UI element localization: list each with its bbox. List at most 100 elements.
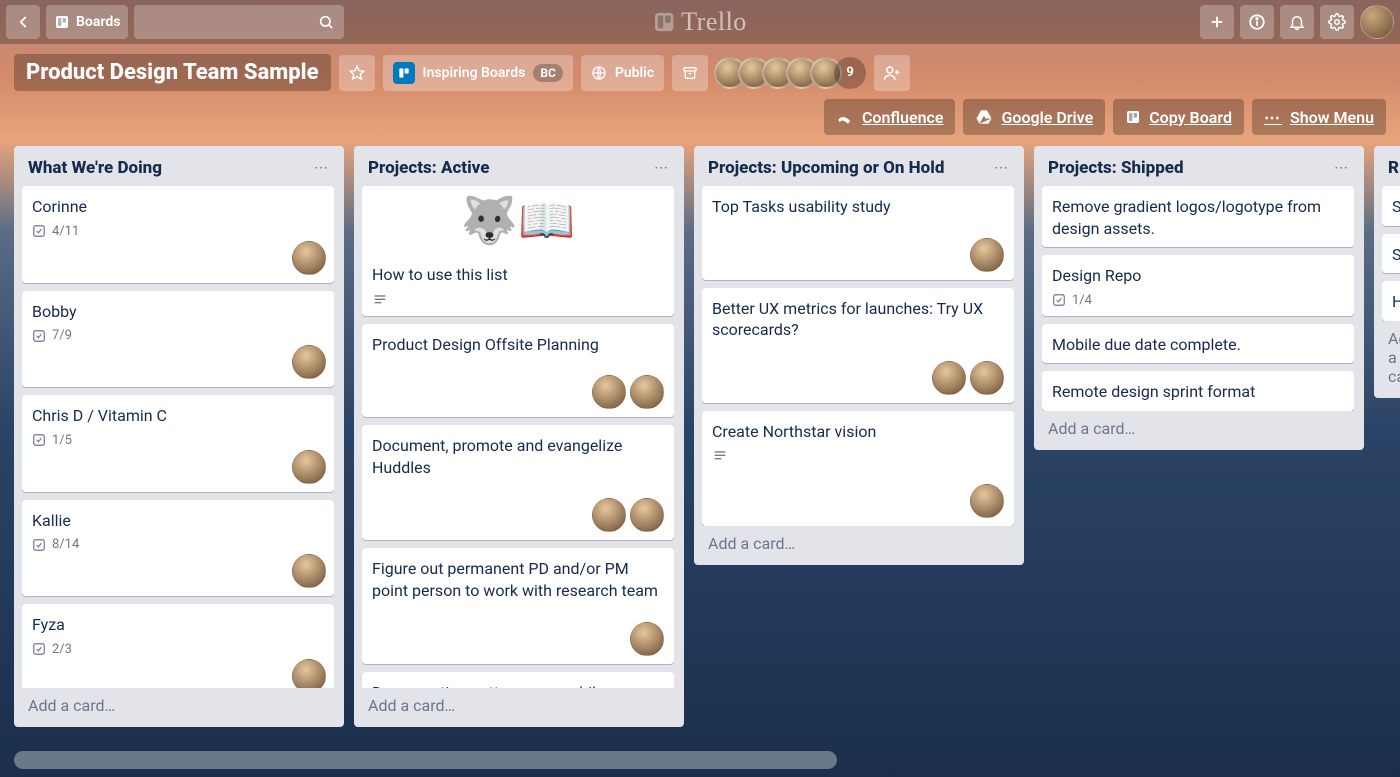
card-member-avatar[interactable] bbox=[292, 659, 326, 688]
card-member-avatar[interactable] bbox=[592, 498, 626, 532]
list-cards: 🐺📖How to use this listProduct Design Off… bbox=[362, 186, 676, 688]
app-logo[interactable]: Trello bbox=[653, 7, 747, 37]
search-icon bbox=[318, 14, 334, 30]
boards-label: Boards bbox=[76, 14, 120, 30]
card[interactable]: Kallie8/14 bbox=[22, 500, 334, 597]
list-header: R bbox=[1382, 154, 1400, 186]
card[interactable]: S bbox=[1382, 186, 1400, 226]
card-title: Document, promote and evangelize Huddles bbox=[372, 435, 664, 478]
show-menu-button[interactable]: ⋯ Show Menu bbox=[1252, 99, 1386, 135]
card-member-avatar[interactable] bbox=[970, 238, 1004, 272]
card[interactable]: Documenting patterns on mobile bbox=[362, 672, 674, 688]
card-member-avatar[interactable] bbox=[630, 375, 664, 409]
user-avatar[interactable] bbox=[1360, 5, 1394, 39]
card[interactable]: Figure out permanent PD and/or PM point … bbox=[362, 548, 674, 663]
list-title[interactable]: R bbox=[1388, 158, 1399, 178]
card[interactable]: Design Repo1/4 bbox=[1042, 255, 1354, 316]
card-badges: 4/11 bbox=[32, 224, 324, 239]
member-overflow-count[interactable]: 9 bbox=[834, 57, 866, 89]
info-button[interactable] bbox=[1240, 5, 1274, 39]
board-canvas[interactable]: What We're Doing ⋯ Corinne 4/11 Bobby7/9Chri… bbox=[0, 140, 1400, 777]
add-card-button[interactable]: Add a card… bbox=[702, 526, 1016, 557]
card[interactable]: Document, promote and evangelize Huddles bbox=[362, 425, 674, 540]
card-members bbox=[372, 498, 664, 532]
list-menu-button[interactable]: ⋯ bbox=[994, 160, 1010, 176]
copy-board-button[interactable]: Copy Board bbox=[1113, 99, 1244, 135]
card-member-avatar[interactable] bbox=[292, 450, 326, 484]
globe-icon bbox=[591, 65, 607, 81]
card[interactable]: Better UX metrics for launches: Try UX s… bbox=[702, 288, 1014, 403]
card[interactable]: Create Northstar vision bbox=[702, 411, 1014, 527]
card[interactable]: Product Design Offsite Planning bbox=[362, 324, 674, 418]
list-cards: Corinne 4/11 Bobby7/9Chris D / Vitamin C1/… bbox=[22, 186, 336, 688]
powerup-google-drive[interactable]: Google Drive bbox=[963, 99, 1105, 135]
list-title[interactable]: Projects: Shipped bbox=[1048, 158, 1184, 178]
list-title[interactable]: Projects: Upcoming or On Hold bbox=[708, 158, 944, 178]
card-member-avatar[interactable] bbox=[970, 484, 1004, 518]
visibility-chip[interactable]: Public bbox=[581, 55, 664, 91]
star-button[interactable] bbox=[339, 55, 375, 91]
powerup-confluence[interactable]: Confluence bbox=[824, 99, 956, 135]
card[interactable]: Top Tasks usability study bbox=[702, 186, 1014, 280]
card-member-avatar[interactable] bbox=[292, 345, 326, 379]
card[interactable]: Remote design sprint format bbox=[1042, 371, 1354, 411]
list: Projects: Active ⋯ 🐺📖How to use this listP… bbox=[354, 146, 684, 727]
back-button[interactable] bbox=[6, 5, 40, 39]
card-member-avatar[interactable] bbox=[292, 554, 326, 588]
card-cover: 🐺📖 bbox=[362, 186, 674, 256]
powerup-label: Confluence bbox=[862, 108, 944, 127]
card[interactable]: Remove gradient logos/logotype from desi… bbox=[1042, 186, 1354, 247]
list-menu-button[interactable]: ⋯ bbox=[654, 160, 670, 176]
board-members[interactable]: 9 bbox=[716, 57, 866, 89]
card-title: Bobby bbox=[32, 301, 324, 323]
checklist-icon bbox=[1052, 293, 1066, 307]
add-user-icon bbox=[883, 64, 901, 82]
checklist-icon bbox=[32, 433, 46, 447]
add-card-button[interactable]: Add a card… bbox=[1042, 411, 1356, 442]
board-title[interactable]: Product Design Team Sample bbox=[14, 54, 331, 91]
card[interactable]: Fyza2/3 bbox=[22, 604, 334, 688]
card-member-avatar[interactable] bbox=[932, 361, 966, 395]
list-menu-button[interactable]: ⋯ bbox=[1334, 160, 1350, 176]
card[interactable]: Bobby7/9 bbox=[22, 291, 334, 388]
archive-icon bbox=[682, 65, 698, 81]
checklist-icon bbox=[32, 224, 46, 238]
card-member-avatar[interactable] bbox=[592, 375, 626, 409]
archive-button[interactable] bbox=[672, 55, 708, 91]
notifications-button[interactable] bbox=[1280, 5, 1314, 39]
horizontal-scrollbar-thumb[interactable] bbox=[14, 751, 837, 769]
add-card-button[interactable]: Add a card… bbox=[1382, 321, 1400, 390]
card-member-avatar[interactable] bbox=[630, 498, 664, 532]
card[interactable]: Corinne 4/11 bbox=[22, 186, 334, 283]
plus-icon bbox=[1208, 13, 1226, 31]
list-title[interactable]: Projects: Active bbox=[368, 158, 490, 178]
settings-button[interactable] bbox=[1320, 5, 1354, 39]
card-members bbox=[372, 622, 664, 656]
horizontal-scrollbar[interactable] bbox=[14, 751, 1386, 769]
card-title: Design Repo bbox=[1052, 265, 1344, 287]
topbar: Boards Trello bbox=[0, 0, 1400, 44]
card-title: S bbox=[1392, 244, 1394, 266]
card-member-avatar[interactable] bbox=[292, 241, 326, 275]
card-member-avatar[interactable] bbox=[970, 361, 1004, 395]
card-title: Corinne bbox=[32, 196, 324, 218]
add-card-button[interactable]: Add a card… bbox=[22, 688, 336, 719]
card-badges bbox=[712, 448, 1004, 464]
invite-button[interactable] bbox=[874, 55, 910, 91]
card[interactable]: S bbox=[1382, 234, 1400, 274]
list-cards: Remove gradient logos/logotype from desi… bbox=[1042, 186, 1356, 411]
team-chip[interactable]: Inspiring Boards BC bbox=[383, 55, 573, 91]
boards-button[interactable]: Boards bbox=[46, 5, 128, 39]
card[interactable]: H bbox=[1382, 281, 1400, 321]
add-card-button[interactable]: Add a card… bbox=[362, 688, 676, 719]
card[interactable]: 🐺📖How to use this list bbox=[362, 186, 674, 316]
arrow-left-icon bbox=[14, 13, 32, 31]
card-member-avatar[interactable] bbox=[630, 622, 664, 656]
list-menu-button[interactable]: ⋯ bbox=[314, 160, 330, 176]
team-icon bbox=[393, 62, 415, 84]
list-title[interactable]: What We're Doing bbox=[28, 158, 162, 178]
search-input[interactable] bbox=[134, 5, 344, 39]
create-button[interactable] bbox=[1200, 5, 1234, 39]
card[interactable]: Mobile due date complete. bbox=[1042, 324, 1354, 364]
card[interactable]: Chris D / Vitamin C1/5 bbox=[22, 395, 334, 492]
